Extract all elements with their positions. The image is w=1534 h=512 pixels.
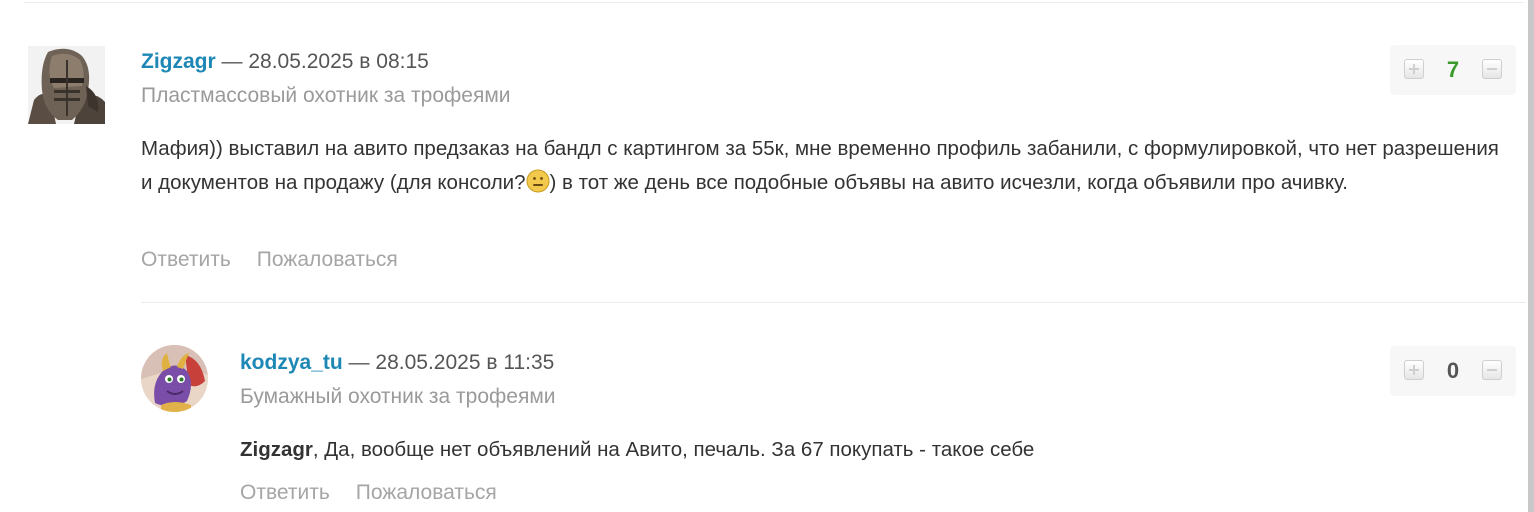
avatar[interactable]: [141, 345, 208, 412]
comment-date: 28.05.2025 в 11:35: [375, 351, 555, 374]
user-rank: Бумажный охотник за трофеями: [240, 385, 556, 408]
reply-link[interactable]: Ответить: [240, 481, 330, 504]
report-link[interactable]: Пожаловаться: [356, 481, 497, 504]
comment-actions: Ответить Пожаловаться: [240, 479, 497, 507]
downvote-button[interactable]: [1482, 360, 1502, 380]
comment-meta: kodzya_tu — 28.05.2025 в 11:35: [240, 349, 554, 377]
meta-separator: —: [348, 351, 370, 374]
vote-score: 0: [1446, 358, 1460, 383]
mention[interactable]: Zigzagr: [240, 438, 313, 461]
vote-box: 0: [1390, 346, 1516, 396]
author-link[interactable]: kodzya_tu: [240, 351, 343, 374]
comments-page: Zigzagr — 28.05.2025 в 08:15 Пластмассов…: [0, 0, 1534, 512]
comment-text: Zigzagr, Да, вообще нет объявлений на Ав…: [240, 433, 1440, 467]
comment-text-content: , Да, вообще нет объявлений на Авито, пе…: [312, 438, 1035, 461]
purple-dragon-avatar-image: [141, 345, 208, 412]
scrollbar[interactable]: [1526, 0, 1534, 512]
scrollbar-thumb[interactable]: [1528, 0, 1534, 512]
comment-2: kodzya_tu — 28.05.2025 в 11:35 Бумажный …: [0, 0, 1534, 512]
